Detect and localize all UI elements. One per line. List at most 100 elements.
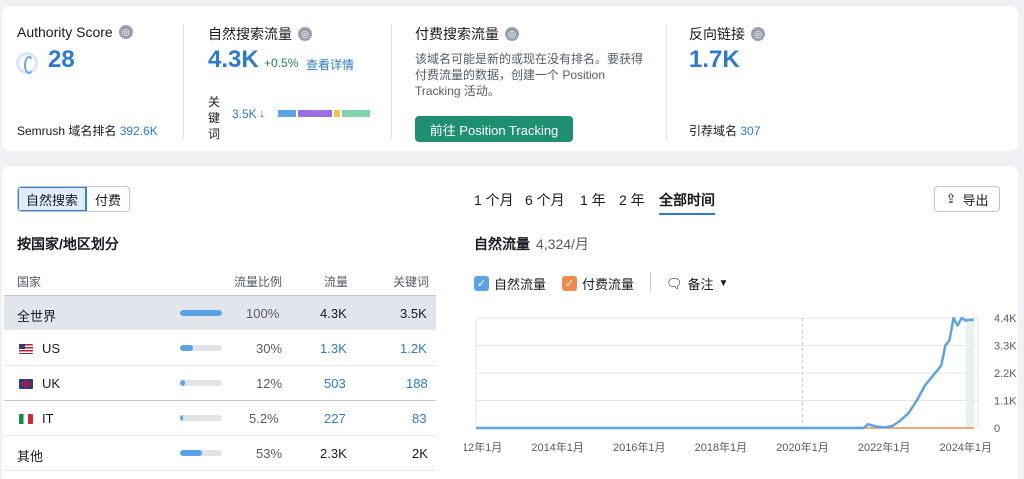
- period-6-months[interactable]: 6 个月: [525, 190, 565, 210]
- uk-flag-icon: [19, 379, 33, 389]
- globe-icon[interactable]: ◎: [118, 25, 133, 39]
- legend-paid[interactable]: ✓ 付费流量: [562, 274, 634, 293]
- checkbox-checked-icon[interactable]: ✓: [562, 276, 577, 291]
- table-row[interactable]: 全世界 100% 4.3K 3.5K: [4, 295, 436, 330]
- organic-traffic-value[interactable]: 4.3K: [208, 46, 259, 74]
- share-bar: [180, 415, 222, 421]
- share-value: 100%: [246, 306, 280, 321]
- table-row[interactable]: IT 5.2% 227 83: [4, 401, 436, 436]
- column-header-traffic[interactable]: 流量: [324, 273, 348, 290]
- table-row[interactable]: US 30% 1.3K 1.2K: [4, 331, 436, 366]
- backlinks-label: 反向链接: [689, 26, 745, 42]
- traffic-value[interactable]: 1.3K: [320, 341, 347, 356]
- authority-score-value[interactable]: 28: [48, 46, 75, 74]
- y-tick-label: 2.2K: [994, 368, 1017, 380]
- referring-domains: 引荐域名 307: [689, 122, 760, 139]
- period-1-year[interactable]: 1 年: [580, 190, 606, 210]
- semrush-rank-label: Semrush 域名排名: [17, 124, 117, 138]
- authority-score-widget: Authority Score ◎ 28 Semrush 域名排名 392.6K: [2, 6, 182, 151]
- keywords-value: 2K: [412, 446, 428, 461]
- country-name: 其他: [17, 449, 44, 464]
- share-value: 12%: [256, 376, 283, 391]
- chart-title: 自然流量 4,324/月: [474, 234, 589, 254]
- backlinks-value[interactable]: 1.7K: [689, 46, 740, 74]
- chevron-down-icon: ▼: [718, 278, 729, 289]
- country-name: 全世界: [17, 309, 57, 324]
- by-country-title: 按国家/地区划分: [17, 236, 119, 252]
- share-bar: [180, 345, 222, 351]
- position-tracking-button[interactable]: 前往 Position Tracking: [415, 116, 573, 142]
- comment-icon: 🗨: [666, 275, 683, 291]
- chart-title-value: 4,324/月: [536, 236, 589, 252]
- traffic-value[interactable]: 227: [324, 411, 346, 426]
- authority-score-label: Authority Score: [17, 24, 113, 40]
- globe-icon[interactable]: ◎: [298, 27, 312, 41]
- share-bar: [180, 380, 222, 386]
- share-value: 53%: [256, 446, 283, 461]
- bar-segment: [298, 110, 332, 117]
- x-tick-label: 2024年1月: [939, 440, 992, 454]
- period-2-years[interactable]: 2 年: [619, 190, 645, 210]
- export-button[interactable]: ⇪ 导出: [934, 186, 1000, 212]
- notes-label: 备注: [687, 277, 714, 292]
- country-name[interactable]: IT: [42, 411, 54, 426]
- us-flag-icon: [19, 344, 33, 354]
- keywords-distribution-bar[interactable]: [278, 110, 370, 117]
- traffic-type-toggle: 自然搜索 付费: [17, 186, 131, 212]
- summary-card: Authority Score ◎ 28 Semrush 域名排名 392.6K…: [2, 6, 1018, 151]
- traffic-card: 自然搜索 付费 按国家/地区划分 国家 流量比例 流量 关键词 全世界 100%…: [2, 166, 1018, 479]
- legend-organic-label: 自然流量: [494, 277, 547, 292]
- traffic-value: 4.3K: [320, 306, 347, 321]
- keywords-value: 3.5K: [400, 306, 427, 321]
- traffic-value[interactable]: 503: [324, 376, 346, 391]
- paid-traffic-title: 付费搜索流量 ◎: [415, 24, 519, 44]
- view-details-link[interactable]: 查看详情: [306, 56, 354, 73]
- keywords-value[interactable]: 3.5K: [232, 107, 257, 121]
- legend-paid-label: 付费流量: [582, 277, 635, 292]
- backlinks-title: 反向链接 ◎: [689, 24, 765, 44]
- country-name[interactable]: US: [42, 341, 60, 356]
- table-row[interactable]: 其他 53% 2.3K 2K: [4, 436, 436, 471]
- column-header-share[interactable]: 流量比例: [234, 273, 282, 290]
- notes-dropdown[interactable]: 🗨 备注 ▼: [666, 274, 728, 293]
- keywords-value[interactable]: 83: [412, 411, 426, 426]
- x-tick-label: 2012年1月: [464, 440, 502, 454]
- traffic-value: 2.3K: [320, 446, 347, 461]
- table-row[interactable]: UK 12% 503 188: [4, 366, 436, 401]
- organic-traffic-title: 自然搜索流量 ◎: [208, 24, 312, 44]
- y-tick-label: 1.1K: [994, 396, 1017, 408]
- toggle-paid[interactable]: 付费: [87, 187, 129, 211]
- keywords-label: 关键词: [208, 95, 221, 141]
- period-all-time[interactable]: 全部时间: [659, 190, 715, 215]
- divider: [391, 24, 392, 139]
- organic-traffic-chart[interactable]: 4.4K 3.3K 2.2K 1.1K 0 2012年1月 2014年1月 2016年1月 20…: [464, 308, 1024, 465]
- it-flag-icon: [19, 414, 33, 424]
- keywords-value[interactable]: 1.2K: [400, 341, 427, 356]
- share-bar: [180, 310, 222, 316]
- referring-domains-value[interactable]: 307: [740, 124, 760, 138]
- x-tick-label: 2020年1月: [776, 440, 829, 454]
- globe-icon[interactable]: ◎: [505, 27, 519, 41]
- y-tick-label: 3.3K: [994, 341, 1017, 353]
- legend-organic[interactable]: ✓ 自然流量: [474, 274, 546, 293]
- keywords-value[interactable]: 188: [406, 376, 428, 391]
- legend-divider: [650, 272, 651, 292]
- toggle-organic[interactable]: 自然搜索: [18, 187, 88, 211]
- period-1-month[interactable]: 1 个月: [474, 190, 514, 210]
- paid-traffic-description: 该域名可能是新的或现在没有排名。要获得付费流量的数据，创建一个 Position…: [415, 52, 644, 98]
- upload-icon: ⇪: [945, 191, 957, 206]
- paid-traffic-label: 付费搜索流量: [415, 26, 499, 42]
- x-tick-label: 2018年1月: [695, 440, 748, 454]
- organic-traffic-delta: +0.5%: [264, 56, 299, 70]
- globe-icon[interactable]: ◎: [751, 27, 765, 41]
- checkbox-checked-icon[interactable]: ✓: [474, 276, 489, 291]
- bar-segment: [342, 110, 370, 117]
- country-name[interactable]: UK: [42, 376, 60, 391]
- semrush-rank-value[interactable]: 392.6K: [120, 124, 158, 138]
- y-tick-label: 0: [994, 423, 1000, 435]
- column-header-keywords[interactable]: 关键词: [393, 273, 429, 290]
- share-value: 30%: [256, 341, 283, 356]
- organic-traffic-label: 自然搜索流量: [208, 26, 292, 42]
- chart-title-label: 自然流量: [474, 236, 530, 252]
- x-tick-label: 2014年1月: [531, 440, 584, 454]
